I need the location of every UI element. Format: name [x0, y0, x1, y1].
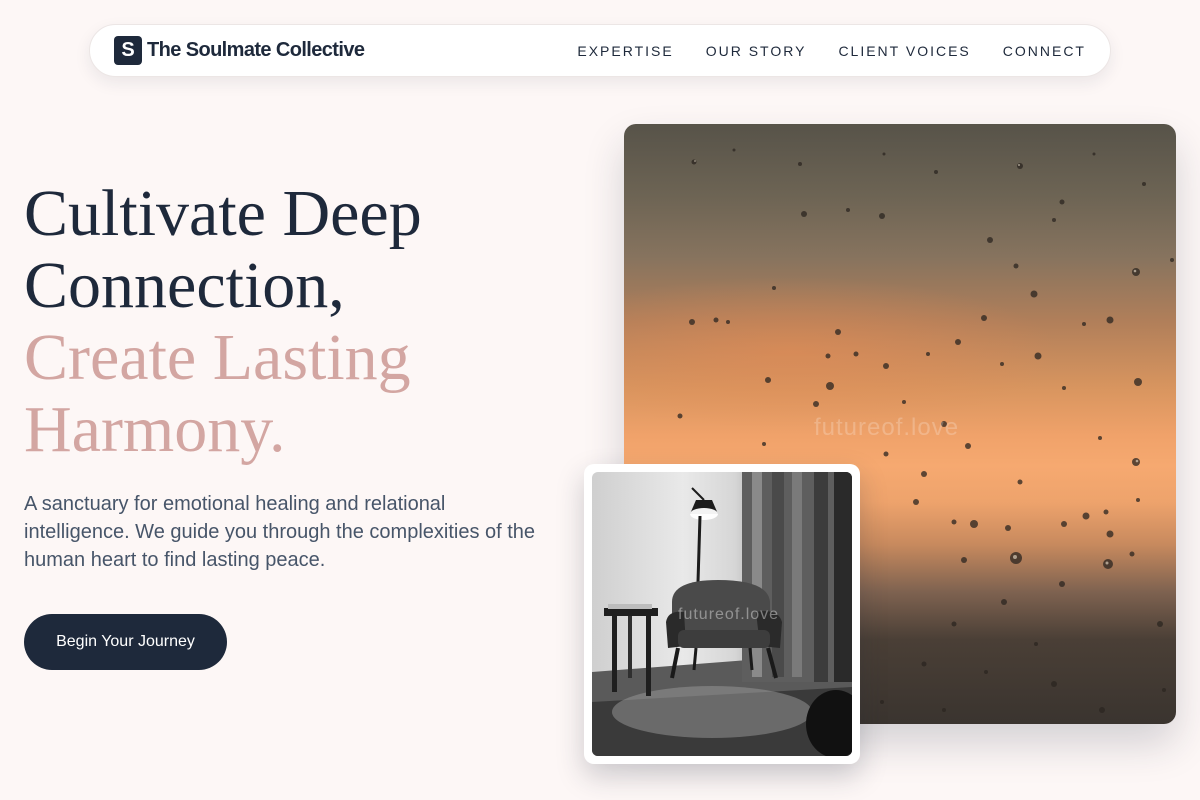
- brand-name: The Soulmate Collective: [147, 39, 365, 61]
- hero-headline: Cultivate Deep Connection, Create Lastin…: [24, 178, 584, 466]
- hero-subtitle: A sanctuary for emotional healing and re…: [24, 493, 536, 571]
- headline-line-2: Connection,: [24, 249, 345, 322]
- main-photo-watermark: futureof.love: [814, 414, 960, 441]
- top-nav: S The Soulmate Collective EXPERTISE OUR …: [89, 24, 1111, 77]
- nav-links: EXPERTISE OUR STORY CLIENT VOICES CONNEC…: [577, 43, 1086, 59]
- inset-photo-watermark: futureof.love: [678, 606, 780, 623]
- armchair-photo: futureof.love: [592, 472, 852, 756]
- headline-line-1: Cultivate Deep: [24, 177, 422, 250]
- nav-link-connect[interactable]: CONNECT: [1003, 43, 1086, 59]
- nav-link-client-voices[interactable]: CLIENT VOICES: [838, 43, 970, 59]
- begin-journey-button[interactable]: Begin Your Journey: [24, 614, 227, 670]
- nav-link-our-story[interactable]: OUR STORY: [706, 43, 807, 59]
- brand-mark-icon: S: [114, 36, 142, 65]
- chair-photo-frame: futureof.love: [584, 464, 860, 764]
- brand-logo[interactable]: S The Soulmate Collective: [114, 36, 365, 65]
- headline-line-4: Harmony.: [24, 393, 286, 466]
- headline-line-3: Create Lasting: [24, 321, 411, 394]
- nav-link-expertise[interactable]: EXPERTISE: [577, 43, 673, 59]
